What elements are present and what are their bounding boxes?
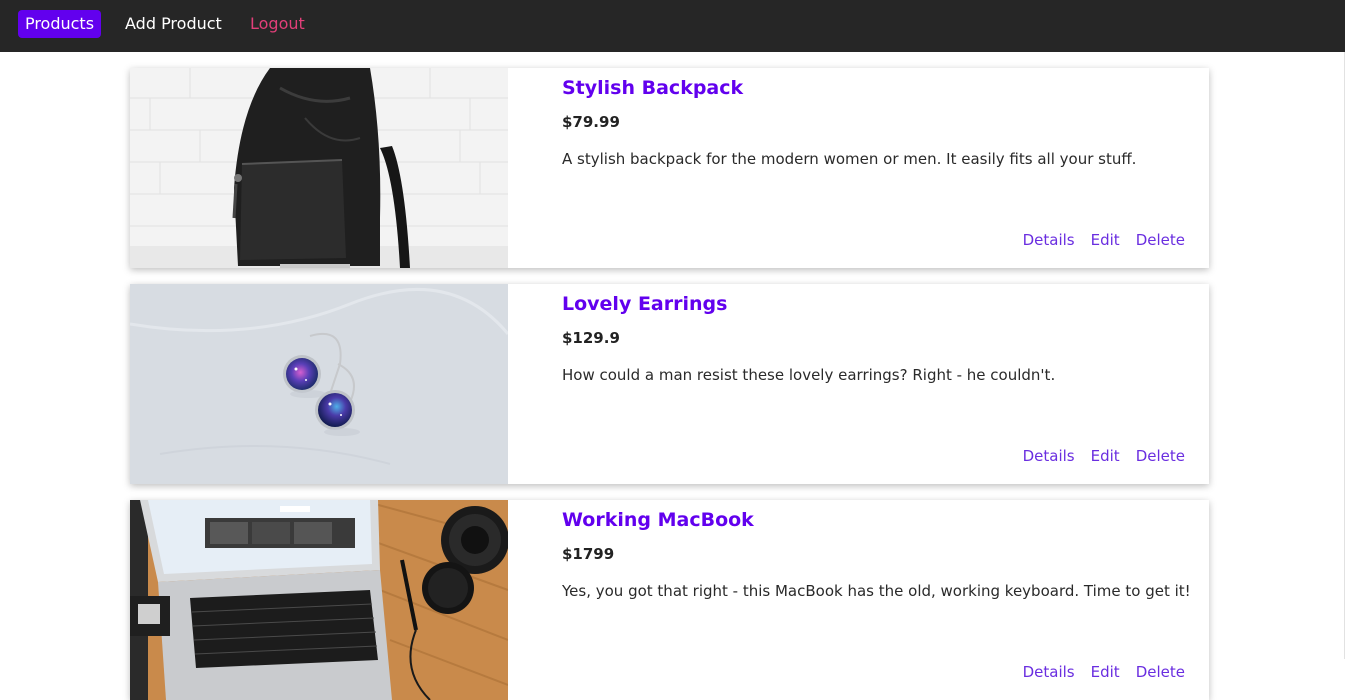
product-title[interactable]: Lovely Earrings bbox=[562, 293, 727, 315]
product-card-earrings: Lovely Earrings $129.9 How could a man r… bbox=[130, 284, 1209, 484]
details-link[interactable]: Details bbox=[1023, 231, 1075, 249]
details-link[interactable]: Details bbox=[1023, 663, 1075, 681]
product-description: How could a man resist these lovely earr… bbox=[562, 366, 1056, 384]
product-description: Yes, you got that right - this MacBook h… bbox=[562, 582, 1191, 600]
product-price: $129.9 bbox=[562, 329, 620, 347]
edit-link[interactable]: Edit bbox=[1091, 663, 1120, 681]
nav-products-link[interactable]: Products bbox=[18, 10, 101, 38]
product-actions: Details Edit Delete bbox=[1023, 447, 1185, 465]
product-image-earrings bbox=[130, 284, 508, 484]
product-price: $79.99 bbox=[562, 113, 620, 131]
product-actions: Details Edit Delete bbox=[1023, 663, 1185, 681]
product-title[interactable]: Working MacBook bbox=[562, 509, 754, 531]
product-description: A stylish backpack for the modern women … bbox=[562, 150, 1137, 168]
product-image-macbook bbox=[130, 500, 508, 700]
edit-link[interactable]: Edit bbox=[1091, 447, 1120, 465]
delete-button[interactable]: Delete bbox=[1136, 447, 1185, 465]
product-price: $1799 bbox=[562, 545, 615, 563]
product-card-macbook: Working MacBook $1799 Yes, you got that … bbox=[130, 500, 1209, 700]
delete-button[interactable]: Delete bbox=[1136, 663, 1185, 681]
product-actions: Details Edit Delete bbox=[1023, 231, 1185, 249]
nav-logout-button[interactable]: Logout bbox=[250, 10, 305, 38]
product-title[interactable]: Stylish Backpack bbox=[562, 77, 743, 99]
edit-link[interactable]: Edit bbox=[1091, 231, 1120, 249]
delete-button[interactable]: Delete bbox=[1136, 231, 1185, 249]
top-navbar: Products Add Product Logout bbox=[0, 0, 1345, 52]
details-link[interactable]: Details bbox=[1023, 447, 1075, 465]
nav-add-product-link[interactable]: Add Product bbox=[125, 10, 222, 38]
product-image-backpack bbox=[130, 68, 508, 268]
product-card-backpack: Stylish Backpack $79.99 A stylish backpa… bbox=[130, 68, 1209, 268]
